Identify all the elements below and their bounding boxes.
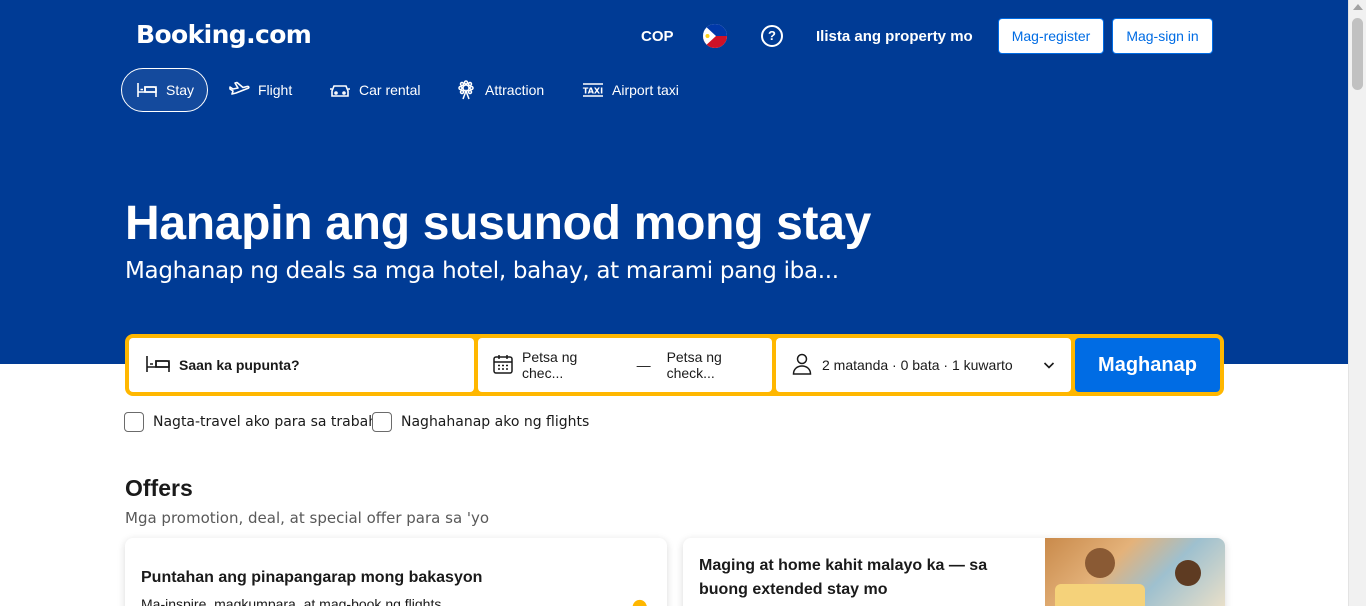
flights-option[interactable]: Naghahanap ako ng flights [372,412,589,432]
tab-car-rental[interactable]: Car rental [315,68,434,112]
offer-card[interactable]: Puntahan ang pinapangarap mong bakasyon … [125,538,667,606]
offer-card-desc: Ma-inspire, magkumpara, at mag-book ng f… [141,596,442,606]
tab-label: Flight [258,82,293,98]
scroll-up-icon[interactable] [1353,4,1363,10]
checkout-date[interactable]: Petsa ng check... [667,349,772,381]
offer-card-title: Maging at home kahit malayo ka — sa buon… [699,557,988,598]
car-icon [329,81,351,99]
tab-label: Attraction [485,82,545,98]
list-property-link[interactable]: Ilista ang property mo [816,28,973,45]
tab-attraction[interactable]: Attraction [441,68,558,112]
chevron-down-icon[interactable] [1043,358,1055,374]
bed-icon [136,81,158,99]
register-button[interactable]: Mag-register [998,18,1104,54]
bed-icon [145,354,171,377]
offer-card-image [1045,538,1225,606]
work-travel-checkbox[interactable] [124,412,144,432]
destination-input[interactable]: Saan ka pupunta? [179,357,300,373]
offer-card[interactable]: Maging at home kahit malayo ka — sa buon… [683,538,1225,606]
scrollbar[interactable] [1348,0,1366,606]
search-bar: Saan ka pupunta? Petsa ng chec... — Pets… [125,334,1224,396]
calendar-icon [492,353,514,378]
svg-text:TAXI: TAXI [583,87,603,96]
date-field[interactable]: Petsa ng chec... — Petsa ng check... [478,338,772,392]
offers-title: Offers [125,475,193,501]
attraction-icon [455,80,477,100]
hero-title: Hanapin ang susunod mong stay [125,197,872,250]
currency-selector[interactable]: COP [641,28,674,45]
search-button[interactable]: Maghanap [1075,338,1220,392]
destination-field[interactable]: Saan ka pupunta? [129,338,474,392]
hero-section [0,0,1348,364]
guests-summary: 2 matanda · 0 bata · 1 kuwarto [822,357,1013,373]
flights-label: Naghahanap ako ng flights [401,414,590,430]
flights-checkbox[interactable] [372,412,392,432]
philippines-flag-icon[interactable] [703,24,727,48]
offers-subtitle: Mga promotion, deal, at special offer pa… [125,509,490,527]
logo[interactable]: Booking.com [136,20,312,49]
tab-stay[interactable]: Stay [121,68,208,112]
work-travel-label: Nagta-travel ako para sa trabaho [153,414,386,430]
date-separator: — [636,357,651,373]
checkin-date[interactable]: Petsa ng chec... [522,349,621,381]
work-travel-option[interactable]: Nagta-travel ako para sa trabaho [124,412,386,432]
plane-icon [228,81,250,99]
tab-label: Airport taxi [612,82,679,98]
tab-flight[interactable]: Flight [214,68,306,112]
hero-subtitle: Maghanap ng deals sa mga hotel, bahay, a… [125,258,839,284]
scroll-thumb[interactable] [1352,18,1363,90]
tab-label: Car rental [359,82,421,98]
question-circle-icon[interactable]: ? [761,25,783,47]
signin-button[interactable]: Mag-sign in [1112,18,1213,54]
tab-label: Stay [166,82,195,98]
tab-airport-taxi[interactable]: TAXI Airport taxi [568,68,693,112]
taxi-icon: TAXI [582,81,604,99]
offer-card-title: Puntahan ang pinapangarap mong bakasyon [141,569,483,586]
guests-field[interactable]: 2 matanda · 0 bata · 1 kuwarto [776,338,1071,392]
person-icon [792,353,812,378]
